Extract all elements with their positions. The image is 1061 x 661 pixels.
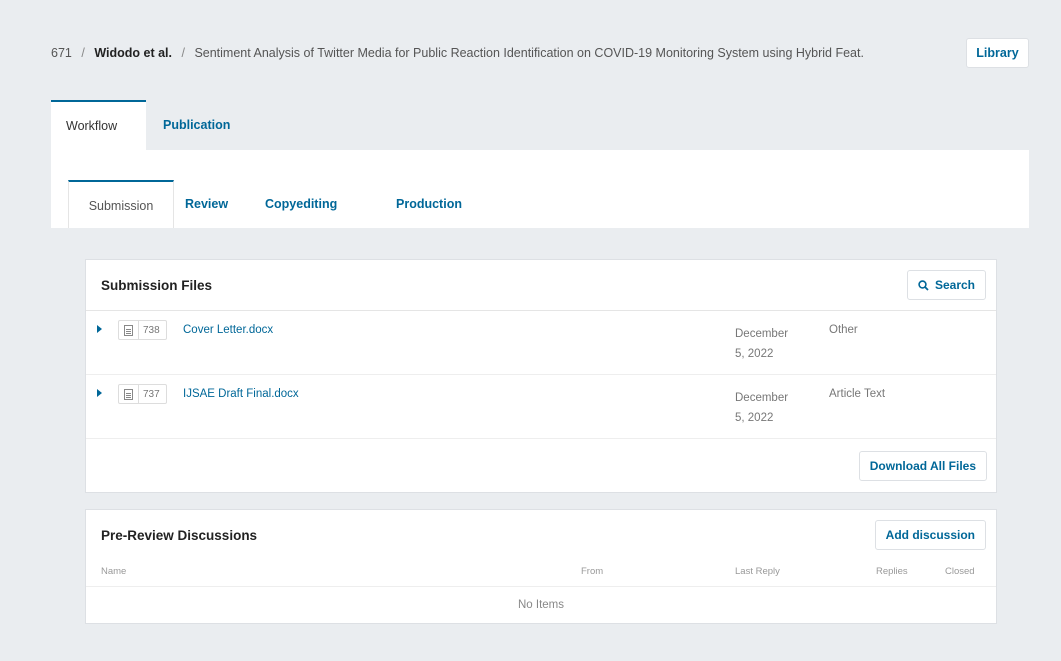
file-id: 737 — [138, 385, 166, 403]
discussion-column-headers: Name From Last Reply Replies Closed — [86, 560, 996, 587]
library-button[interactable]: Library — [966, 38, 1029, 68]
column-name: Name — [101, 566, 127, 577]
file-type: Other — [829, 324, 858, 336]
submission-stage-area: Submission Files Search 738 Cover Letter… — [51, 228, 1029, 661]
document-icon — [124, 324, 133, 336]
tab-production[interactable]: Production — [396, 180, 462, 228]
tab-copyediting[interactable]: Copyediting — [265, 180, 337, 228]
pre-review-title: Pre-Review Discussions — [101, 527, 258, 543]
tab-submission[interactable]: Submission — [68, 180, 174, 229]
file-id: 738 — [138, 321, 166, 339]
search-icon — [918, 279, 929, 291]
top-header: 671 / Widodo et al. / Sentiment Analysis… — [0, 0, 1061, 100]
column-from: From — [581, 566, 604, 577]
expand-arrow-icon[interactable] — [97, 389, 102, 397]
pre-review-discussions-grid: Pre-Review Discussions Add discussion Na… — [85, 509, 997, 624]
column-closed: Closed — [945, 566, 975, 577]
download-all-files-button[interactable]: Download All Files — [858, 450, 987, 481]
file-date: December 5, 2022 — [735, 324, 789, 364]
file-date: December 5, 2022 — [735, 388, 789, 428]
pre-review-header: Pre-Review Discussions Add discussion — [86, 510, 996, 560]
workflow-panel: Submission Review Copyediting Production… — [51, 150, 1029, 661]
expand-arrow-icon[interactable] — [97, 325, 102, 333]
submission-files-footer: Download All Files — [86, 439, 996, 492]
breadcrumb-separator: / — [181, 46, 185, 60]
file-name-link[interactable]: Cover Letter.docx — [183, 324, 273, 336]
document-icon — [124, 388, 133, 400]
stage-tabs: Submission Review Copyediting Production — [51, 180, 1029, 229]
submission-files-grid: Submission Files Search 738 Cover Letter… — [85, 259, 997, 493]
file-name-link[interactable]: IJSAE Draft Final.docx — [183, 388, 299, 400]
breadcrumb: 671 / Widodo et al. / Sentiment Analysis… — [51, 46, 864, 60]
breadcrumb-separator: / — [81, 46, 85, 60]
submission-files-title: Submission Files — [101, 277, 213, 293]
submission-title: Sentiment Analysis of Twitter Media for … — [194, 46, 864, 60]
file-date-line2: 5, 2022 — [735, 412, 774, 424]
tab-publication[interactable]: Publication — [163, 100, 230, 150]
column-last-reply: Last Reply — [735, 566, 780, 577]
file-date-line2: 5, 2022 — [735, 348, 774, 360]
column-replies: Replies — [876, 566, 908, 577]
tab-review[interactable]: Review — [185, 180, 228, 228]
file-row: 737 IJSAE Draft Final.docx December 5, 2… — [86, 375, 996, 439]
discussions-empty-message: No Items — [517, 599, 564, 611]
file-row: 738 Cover Letter.docx December 5, 2022 O… — [86, 311, 996, 375]
add-discussion-button[interactable]: Add discussion — [874, 520, 986, 550]
submission-authors: Widodo et al. — [94, 46, 172, 60]
file-date-line1: December — [735, 328, 789, 340]
file-badge: 738 — [118, 320, 167, 340]
search-button-label: Search — [934, 278, 975, 292]
tab-workflow[interactable]: Workflow — [51, 100, 146, 150]
file-badge: 737 — [118, 384, 167, 404]
submission-files-header: Submission Files Search — [86, 260, 996, 311]
submission-id: 671 — [51, 46, 72, 60]
search-button[interactable]: Search — [906, 270, 986, 300]
file-type: Article Text — [829, 388, 886, 400]
file-date-line1: December — [735, 392, 789, 404]
